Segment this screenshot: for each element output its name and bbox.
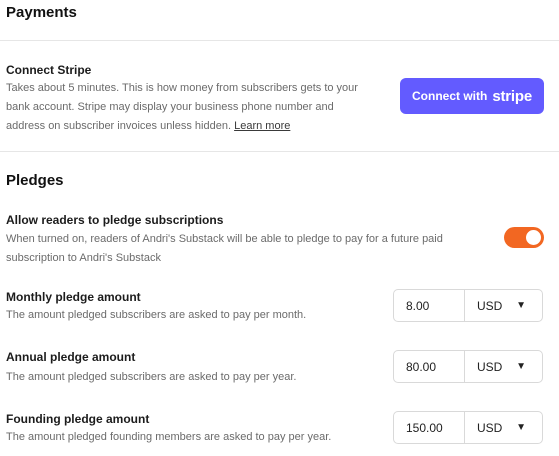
founding-pledge-description: The amount pledged founding members are …	[6, 431, 332, 443]
connect-stripe-desc-text: address on subscriber invoices unless hi…	[6, 120, 232, 132]
connect-stripe-description: Takes about 5 minutes. This is how money…	[6, 79, 391, 136]
connect-with-stripe-button[interactable]: Connect with stripe	[400, 78, 544, 114]
caret-down-icon: ▼	[516, 300, 526, 311]
annual-pledge-currency-select[interactable]: USD ▼	[465, 351, 542, 382]
divider	[0, 40, 559, 41]
founding-pledge-amount-input[interactable]: 150.00	[394, 412, 465, 443]
annual-pledge-amount-input[interactable]: 80.00	[394, 351, 465, 382]
caret-down-icon: ▼	[516, 361, 526, 372]
annual-pledge-input-group: 80.00 USD ▼	[393, 350, 543, 383]
currency-value: USD	[477, 298, 503, 313]
founding-pledge-title: Founding pledge amount	[6, 412, 150, 426]
stripe-logo: stripe	[492, 87, 532, 105]
pledges-heading: Pledges	[6, 172, 64, 189]
annual-pledge-description: The amount pledged subscribers are asked…	[6, 371, 297, 383]
divider	[0, 151, 559, 152]
allow-pledges-toggle[interactable]	[504, 227, 544, 248]
learn-more-link[interactable]: Learn more	[234, 120, 290, 132]
founding-pledge-currency-select[interactable]: USD ▼	[465, 412, 542, 443]
connect-stripe-desc-line: bank account. Stripe may display your bu…	[6, 101, 334, 113]
monthly-pledge-amount-input[interactable]: 8.00	[394, 290, 465, 321]
allow-pledges-description: When turned on, readers of Andri's Subst…	[6, 230, 496, 268]
monthly-pledge-description: The amount pledged subscribers are asked…	[6, 309, 307, 321]
founding-pledge-input-group: 150.00 USD ▼	[393, 411, 543, 444]
monthly-pledge-input-group: 8.00 USD ▼	[393, 289, 543, 322]
allow-pledges-desc-line: When turned on, readers of Andri's Subst…	[6, 233, 443, 245]
currency-value: USD	[477, 420, 503, 435]
connect-with-label: Connect with	[412, 89, 488, 103]
connect-stripe-desc-line: Takes about 5 minutes. This is how money…	[6, 82, 358, 94]
annual-pledge-title: Annual pledge amount	[6, 350, 136, 364]
currency-value: USD	[477, 359, 503, 374]
monthly-pledge-currency-select[interactable]: USD ▼	[465, 290, 542, 321]
allow-pledges-desc-line: subscription to Andri's Substack	[6, 252, 161, 264]
monthly-pledge-title: Monthly pledge amount	[6, 290, 141, 304]
payments-heading: Payments	[6, 4, 77, 21]
allow-pledges-title: Allow readers to pledge subscriptions	[6, 213, 224, 227]
caret-down-icon: ▼	[516, 422, 526, 433]
toggle-knob	[526, 230, 541, 245]
connect-stripe-title: Connect Stripe	[6, 63, 92, 77]
connect-stripe-desc-line: address on subscriber invoices unless hi…	[6, 117, 391, 136]
